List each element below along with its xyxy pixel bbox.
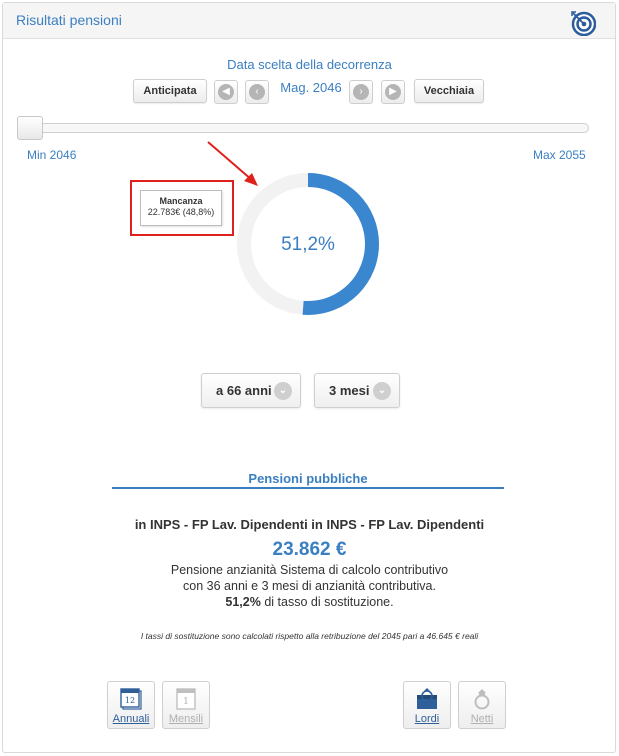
annuali-toggle[interactable]: 12 Annuali [107,681,155,729]
description-line-2: con 36 anni e 3 mesi di anzianità contri… [183,579,436,593]
ring-box-icon [417,688,437,709]
mensili-toggle[interactable]: 1 Mensili [162,681,210,729]
fund-name: in INPS - FP Lav. Dipendenti in INPS - F… [134,517,485,532]
slider-max-label: Max 2055 [533,148,586,162]
mancanza-tooltip: Mancanza 22.783€ (48,8%) [140,190,222,226]
age-years-select[interactable]: a 66 anni ⌄ [201,373,301,408]
last-date-button[interactable]: ▶ [381,80,405,104]
age-years-value: a 66 anni [216,383,272,398]
donut-percent-label: 51,2% [281,234,335,255]
replacement-rate: 51,2% [225,595,261,609]
decorrenza-slider-track[interactable] [17,123,589,133]
chevron-right-icon: › [353,84,369,100]
annuali-label: Annuali [112,713,150,725]
first-date-button[interactable]: ◀ [214,80,238,104]
netti-label: Netti [470,713,494,725]
description-line-1: Pensione anzianità Sistema di calcolo co… [170,563,449,577]
chevron-down-icon: ⌄ [373,381,391,400]
age-months-select[interactable]: 3 mesi ⌄ [314,373,400,408]
target-icon[interactable] [570,10,596,36]
monthly-icon-number: 1 [183,697,189,707]
description-line-3: 51,2% di tasso di sostituzione. [0,594,619,610]
slider-min-label: Min 2046 [27,148,77,162]
section-divider [112,487,504,489]
replacement-rate-text: di tasso di sostituzione. [260,595,394,609]
decorrenza-slider-handle[interactable] [17,116,43,140]
panel-header: Risultati pensioni [3,3,615,39]
lordi-toggle[interactable]: Lordi [403,681,451,729]
next-date-button[interactable]: › [349,80,373,104]
selected-date: Mag. 2046 [280,80,342,95]
netti-toggle[interactable]: Netti [458,681,506,729]
panel-title: Risultati pensioni [16,12,122,28]
annual-calendar-icon: 12 [120,688,142,710]
double-right-arrow-icon: ▶ [385,84,401,100]
ring-icon [474,689,490,710]
lordi-label: Lordi [414,713,440,725]
annual-icon-number: 12 [125,696,135,705]
footnote: I tassi di sostituzione sono calcolati r… [140,631,479,641]
pension-description: Pensione anzianità Sistema di calcolo co… [0,562,619,610]
double-left-arrow-icon: ◀ [218,84,234,100]
section-title: Pensioni pubbliche [248,471,368,486]
anticipata-button[interactable]: Anticipata [133,79,207,103]
tooltip-text: 22.783€ (48,8%) [147,207,215,217]
decorrenza-label: Data scelta della decorrenza [227,57,392,72]
mensili-label: Mensili [168,713,204,725]
chevron-down-icon: ⌄ [274,381,292,400]
chevron-left-icon: ‹ [249,84,265,100]
prev-date-button[interactable]: ‹ [245,80,269,104]
age-months-value: 3 mesi [329,383,370,398]
pension-amount: 23.862 € [272,539,347,560]
tooltip-title: Mancanza [159,196,203,206]
monthly-calendar-icon: 1 [176,688,196,710]
vecchiaia-button[interactable]: Vecchiaia [414,79,484,103]
